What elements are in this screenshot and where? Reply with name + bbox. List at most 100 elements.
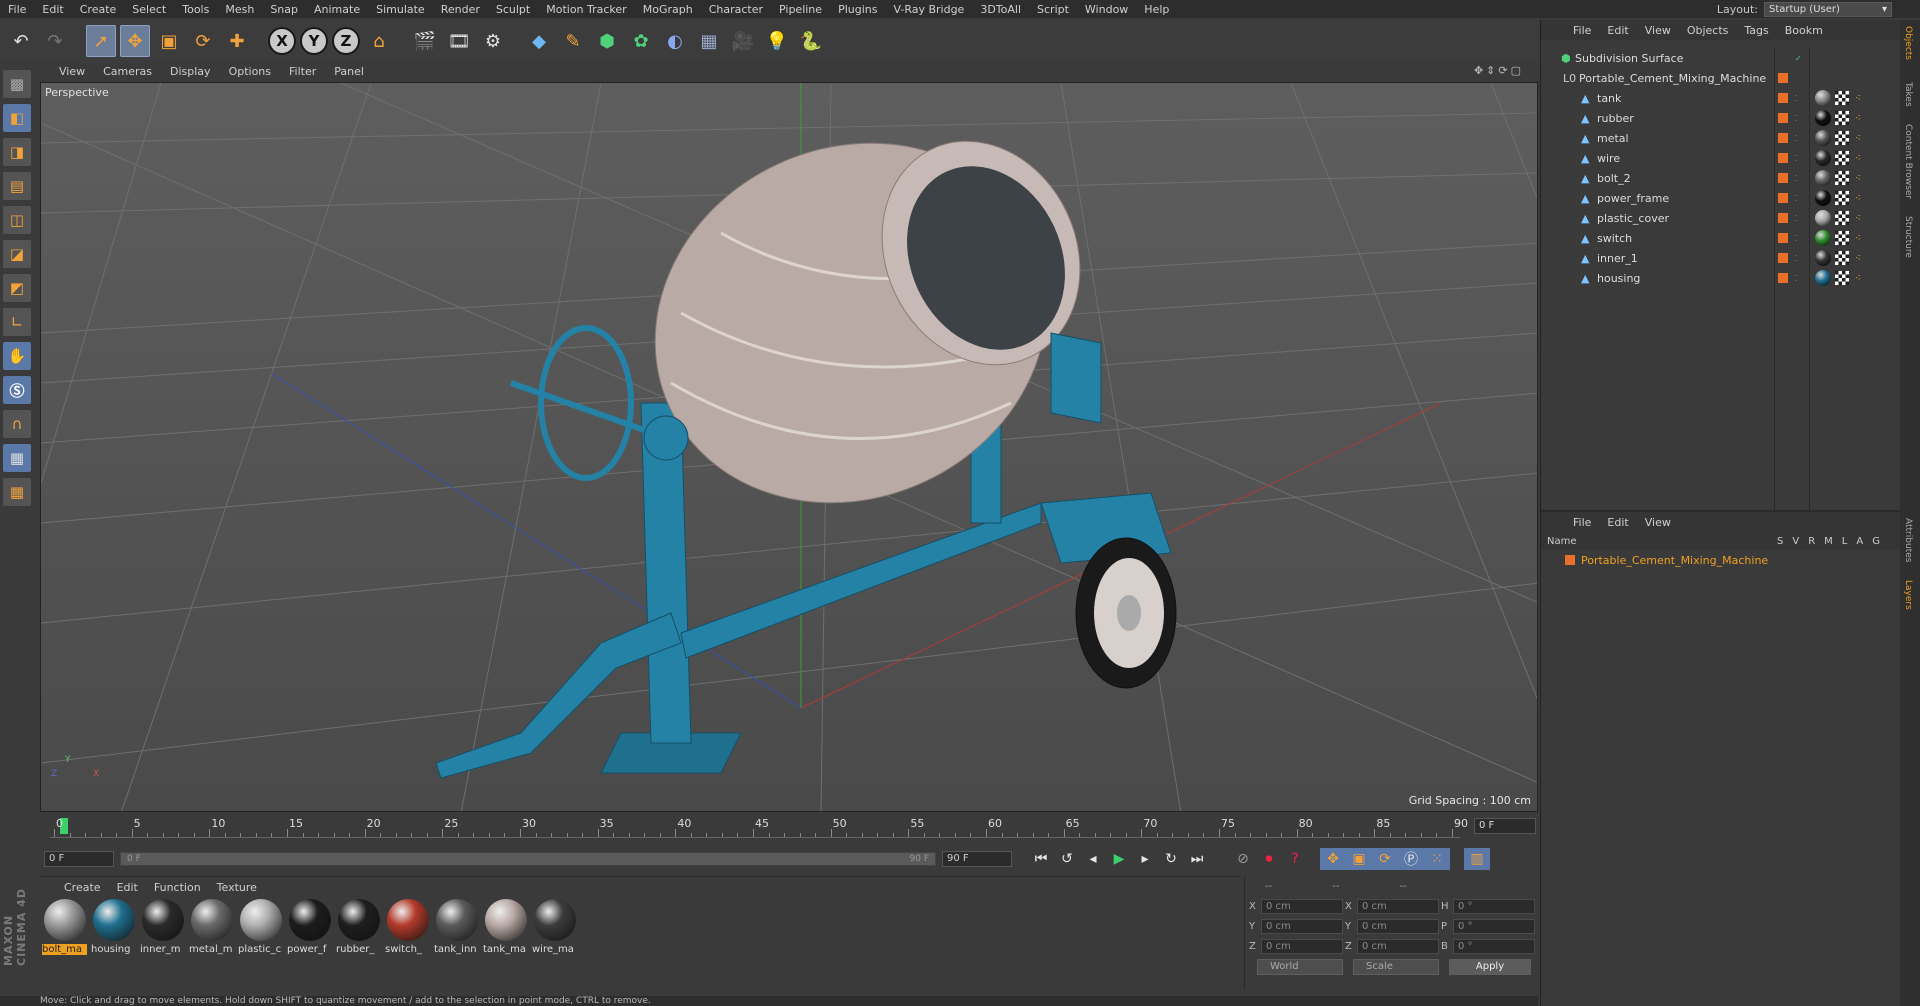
object-row-group[interactable]: L0 Portable_Cement_Mixing_Machine bbox=[1541, 68, 1901, 88]
material-tag-icon[interactable] bbox=[1815, 110, 1831, 126]
material-swatch[interactable]: tank_ma bbox=[483, 899, 528, 955]
x-axis-lock-button[interactable]: X bbox=[268, 27, 296, 55]
size-y-field[interactable]: 0 cm bbox=[1357, 918, 1439, 934]
undo-button[interactable]: ↶ bbox=[6, 25, 36, 57]
tab-structure[interactable]: Structure bbox=[1903, 216, 1913, 258]
menu-create[interactable]: Create bbox=[72, 3, 125, 16]
go-to-start-button[interactable]: ⏮ bbox=[1028, 848, 1054, 870]
render-view-button[interactable]: 🎬 bbox=[410, 25, 440, 57]
timeline-window-button[interactable]: ▥ bbox=[1464, 848, 1490, 870]
menu-file[interactable]: File bbox=[0, 3, 34, 16]
layer-row[interactable]: Portable_Cement_Mixing_Machine bbox=[1541, 550, 1901, 570]
magnet-button[interactable]: ∩ bbox=[3, 410, 31, 438]
redo-button[interactable]: ↷ bbox=[40, 25, 70, 57]
make-editable-button[interactable]: ▩ bbox=[3, 70, 31, 98]
cube-primitive-button[interactable]: ◆ bbox=[524, 25, 554, 57]
object-row-inner_1[interactable]: ▲ inner_1 ⁚ ⁖ bbox=[1541, 248, 1901, 268]
objects-menu-edit[interactable]: Edit bbox=[1599, 24, 1636, 37]
viewport-menu-view[interactable]: View bbox=[50, 65, 94, 78]
material-menu-texture[interactable]: Texture bbox=[209, 881, 265, 894]
apply-button[interactable]: Apply bbox=[1449, 959, 1531, 975]
material-tag-icon[interactable] bbox=[1815, 270, 1831, 286]
material-swatch[interactable]: power_f bbox=[287, 899, 332, 955]
visibility-dots-icon[interactable]: ⁚ bbox=[1795, 174, 1798, 183]
visibility-dots-icon[interactable]: ⁚ bbox=[1795, 274, 1798, 283]
object-row-wire[interactable]: ▲ wire ⁚ ⁖ bbox=[1541, 148, 1901, 168]
material-tag-icon[interactable] bbox=[1815, 90, 1831, 106]
selection-tag-icon[interactable]: ⁖ bbox=[1855, 213, 1861, 224]
uvw-tag-icon[interactable] bbox=[1835, 231, 1849, 245]
objects-menu-file[interactable]: File bbox=[1565, 24, 1599, 37]
next-frame-button[interactable]: ▸ bbox=[1132, 848, 1158, 870]
material-tag-icon[interactable] bbox=[1815, 230, 1831, 246]
points-mode-button[interactable]: ◫ bbox=[3, 206, 31, 234]
recent-tool-button[interactable]: ✚ bbox=[222, 25, 252, 57]
pos-x-field[interactable]: 0 cm bbox=[1261, 898, 1343, 914]
object-row-housing[interactable]: ▲ housing ⁚ ⁖ bbox=[1541, 268, 1901, 288]
tab-attributes[interactable]: Attributes bbox=[1903, 518, 1913, 562]
material-swatch[interactable]: inner_m bbox=[140, 899, 185, 955]
viewport-menu-cameras[interactable]: Cameras bbox=[94, 65, 161, 78]
objects-menu-view[interactable]: View bbox=[1637, 24, 1679, 37]
axis-mode-button[interactable]: ∟ bbox=[3, 308, 31, 336]
snap-button[interactable]: Ⓢ bbox=[3, 376, 31, 404]
tab-objects[interactable]: Objects bbox=[1903, 26, 1913, 60]
object-row-rubber[interactable]: ▲ rubber ⁚ ⁖ bbox=[1541, 108, 1901, 128]
y-axis-lock-button[interactable]: Y bbox=[300, 27, 328, 55]
menu-plugins[interactable]: Plugins bbox=[830, 3, 885, 16]
material-swatch[interactable]: rubber_ bbox=[336, 899, 381, 955]
material-tag-icon[interactable] bbox=[1815, 130, 1831, 146]
object-row-power_frame[interactable]: ▲ power_frame ⁚ ⁖ bbox=[1541, 188, 1901, 208]
frame-ruler[interactable]: 0 5 10 15 20 25 30 35 40 45 50 55 60 65 70 75 80 85 90 bbox=[50, 816, 1468, 838]
material-tag-icon[interactable] bbox=[1815, 170, 1831, 186]
visibility-dots-icon[interactable]: ⁚ bbox=[1795, 234, 1798, 243]
menu-snap[interactable]: Snap bbox=[262, 3, 306, 16]
menu-animate[interactable]: Animate bbox=[306, 3, 368, 16]
menu-vray-bridge[interactable]: V-Ray Bridge bbox=[885, 3, 972, 16]
menu-simulate[interactable]: Simulate bbox=[368, 3, 433, 16]
visibility-dots-icon[interactable]: ⁚ bbox=[1795, 114, 1798, 123]
menu-script[interactable]: Script bbox=[1029, 3, 1077, 16]
perspective-viewport[interactable]: Perspective Y Z X Grid Spacing : 100 cm bbox=[40, 82, 1538, 812]
autokeying-button[interactable]: ? bbox=[1282, 848, 1308, 870]
uvw-tag-icon[interactable] bbox=[1835, 191, 1849, 205]
scale-dropdown[interactable]: Scale bbox=[1353, 959, 1439, 975]
key-rotation-button[interactable]: ⟳ bbox=[1372, 848, 1398, 870]
z-axis-lock-button[interactable]: Z bbox=[332, 27, 360, 55]
tab-content-browser[interactable]: Content Browser bbox=[1903, 124, 1913, 199]
pos-y-field[interactable]: 0 cm bbox=[1261, 918, 1343, 934]
viewport-menu-options[interactable]: Options bbox=[220, 65, 280, 78]
move-tool-button[interactable]: ✥ bbox=[120, 25, 150, 57]
material-swatch[interactable]: metal_m bbox=[189, 899, 234, 955]
workplane-mode-button[interactable]: ▤ bbox=[3, 172, 31, 200]
objects-menu-bookmarks[interactable]: Bookm bbox=[1777, 24, 1831, 37]
selection-tag-icon[interactable]: ⁖ bbox=[1855, 153, 1861, 164]
object-row-metal[interactable]: ▲ metal ⁚ ⁖ bbox=[1541, 128, 1901, 148]
visibility-dots-icon[interactable]: ⁚ bbox=[1795, 214, 1798, 223]
preview-range-slider[interactable]: 0 F 90 F bbox=[120, 852, 936, 866]
viewport-navigation-icons[interactable]: ✥⇕⟳▢ bbox=[1474, 64, 1524, 77]
uvw-tag-icon[interactable] bbox=[1835, 271, 1849, 285]
rot-p-field[interactable]: 0 ° bbox=[1453, 918, 1535, 934]
menu-pipeline[interactable]: Pipeline bbox=[771, 3, 830, 16]
tweak-mode-button[interactable]: ✋ bbox=[3, 342, 31, 370]
material-tag-icon[interactable] bbox=[1815, 250, 1831, 266]
camera-button[interactable]: 🎥 bbox=[728, 25, 758, 57]
end-frame-field[interactable]: 90 F bbox=[942, 851, 1012, 867]
uvw-tag-icon[interactable] bbox=[1835, 151, 1849, 165]
visibility-dots-icon[interactable]: ⁚ bbox=[1795, 134, 1798, 143]
object-row-tank[interactable]: ▲ tank ⁚ ⁖ bbox=[1541, 88, 1901, 108]
material-tag-icon[interactable] bbox=[1815, 210, 1831, 226]
layers-menu-edit[interactable]: Edit bbox=[1599, 516, 1636, 529]
selection-tag-icon[interactable]: ⁖ bbox=[1855, 93, 1861, 104]
workplane-lock-button[interactable]: ▦ bbox=[3, 444, 31, 472]
key-parameter-button[interactable]: Ⓟ bbox=[1398, 848, 1424, 870]
key-scale-button[interactable]: ▣ bbox=[1346, 848, 1372, 870]
selection-tag-icon[interactable]: ⁖ bbox=[1855, 173, 1861, 184]
menu-motion-tracker[interactable]: Motion Tracker bbox=[538, 3, 634, 16]
object-row-bolt_2[interactable]: ▲ bolt_2 ⁚ ⁖ bbox=[1541, 168, 1901, 188]
menu-sculpt[interactable]: Sculpt bbox=[488, 3, 538, 16]
rot-b-field[interactable]: 0 ° bbox=[1453, 938, 1535, 954]
material-swatch[interactable]: housing bbox=[91, 899, 136, 955]
menu-help[interactable]: Help bbox=[1136, 3, 1177, 16]
